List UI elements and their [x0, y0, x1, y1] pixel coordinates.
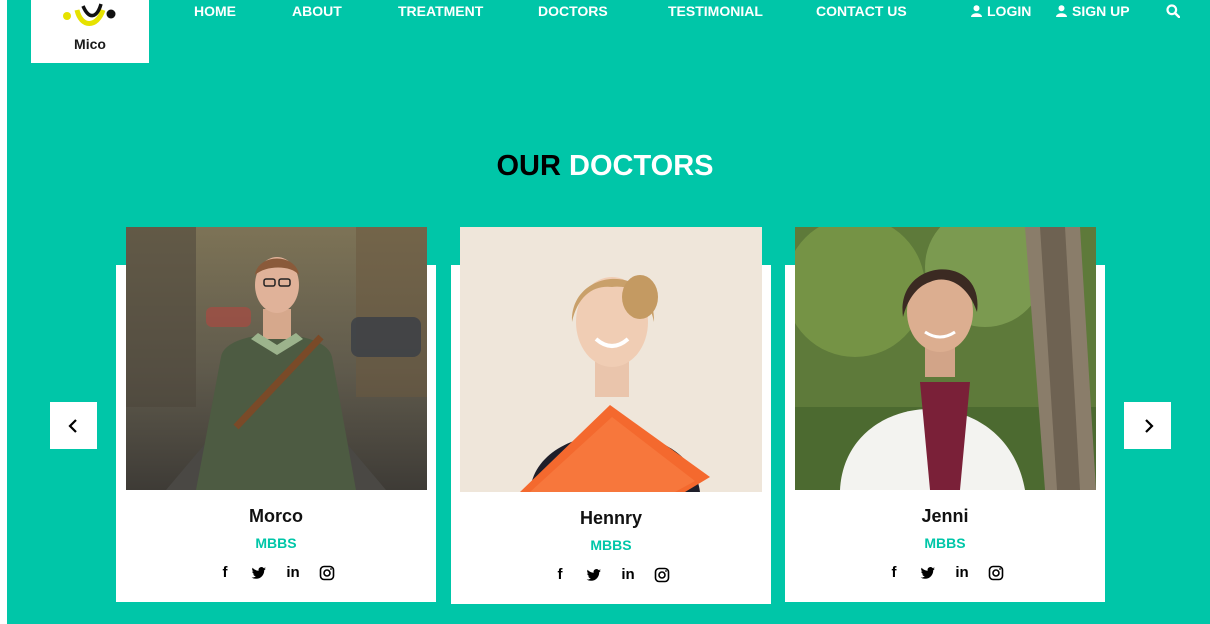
title-part-2: DOCTORS [569, 150, 714, 182]
doctor-degree: MBBS [924, 535, 966, 551]
title-part-1: OUR [496, 150, 561, 182]
social-links: f in [451, 566, 771, 584]
instagram-icon[interactable] [319, 565, 335, 581]
doctor-card-hennry[interactable]: Hennry MBBS f in [451, 227, 771, 604]
nav-treatment[interactable]: TREATMENT [398, 3, 483, 19]
twitter-icon[interactable] [251, 565, 267, 581]
doctor-name: Morco [249, 506, 303, 526]
prev-button[interactable] [50, 402, 97, 449]
instagram-icon[interactable] [988, 565, 1004, 581]
nav-home[interactable]: HOME [194, 3, 236, 19]
linkedin-icon[interactable]: in [954, 565, 970, 581]
signup-label: SIGN UP [1072, 3, 1130, 19]
facebook-icon[interactable]: f [217, 565, 233, 581]
nav-about[interactable]: ABOUT [292, 3, 342, 19]
doctor-card-jenni[interactable]: Jenni MBBS f in [785, 227, 1105, 602]
brand-name: Mico [74, 36, 106, 52]
search-icon[interactable] [1166, 4, 1180, 18]
login-label: LOGIN [987, 3, 1032, 19]
nav-doctors[interactable]: DOCTORS [538, 3, 608, 19]
twitter-icon[interactable] [920, 565, 936, 581]
nav-testimonial[interactable]: TESTIMONIAL [668, 3, 763, 19]
section-title: OUR DOCTORS [0, 146, 1210, 186]
doctor-degree: MBBS [255, 535, 297, 551]
doctor-photo [126, 227, 427, 490]
chevron-right-icon [1144, 418, 1154, 433]
doctor-name: Jenni [921, 506, 969, 526]
signup-link[interactable]: SIGN UP [1056, 3, 1130, 19]
login-link[interactable]: LOGIN [971, 3, 1031, 19]
chevron-left-icon [67, 418, 77, 433]
instagram-icon[interactable] [654, 567, 670, 583]
nav-contact[interactable]: CONTACT US [816, 3, 907, 19]
facebook-icon[interactable]: f [886, 565, 902, 581]
doctor-degree: MBBS [590, 537, 632, 553]
next-button[interactable] [1124, 402, 1171, 449]
doctor-photo [795, 227, 1096, 490]
user-icon [1056, 5, 1067, 17]
doctor-photo [460, 227, 762, 492]
social-links: f in [116, 564, 436, 582]
user-icon [971, 5, 982, 17]
social-links: f in [785, 564, 1105, 582]
facebook-icon[interactable]: f [552, 567, 568, 583]
linkedin-icon[interactable]: in [285, 565, 301, 581]
twitter-icon[interactable] [586, 567, 602, 583]
linkedin-icon[interactable]: in [620, 567, 636, 583]
main-nav: HOME ABOUT TREATMENT DOCTORS TESTIMONIAL… [0, 0, 1210, 20]
doctor-card-morco[interactable]: Morco MBBS f in [116, 227, 436, 602]
doctor-name: Hennry [579, 508, 642, 528]
